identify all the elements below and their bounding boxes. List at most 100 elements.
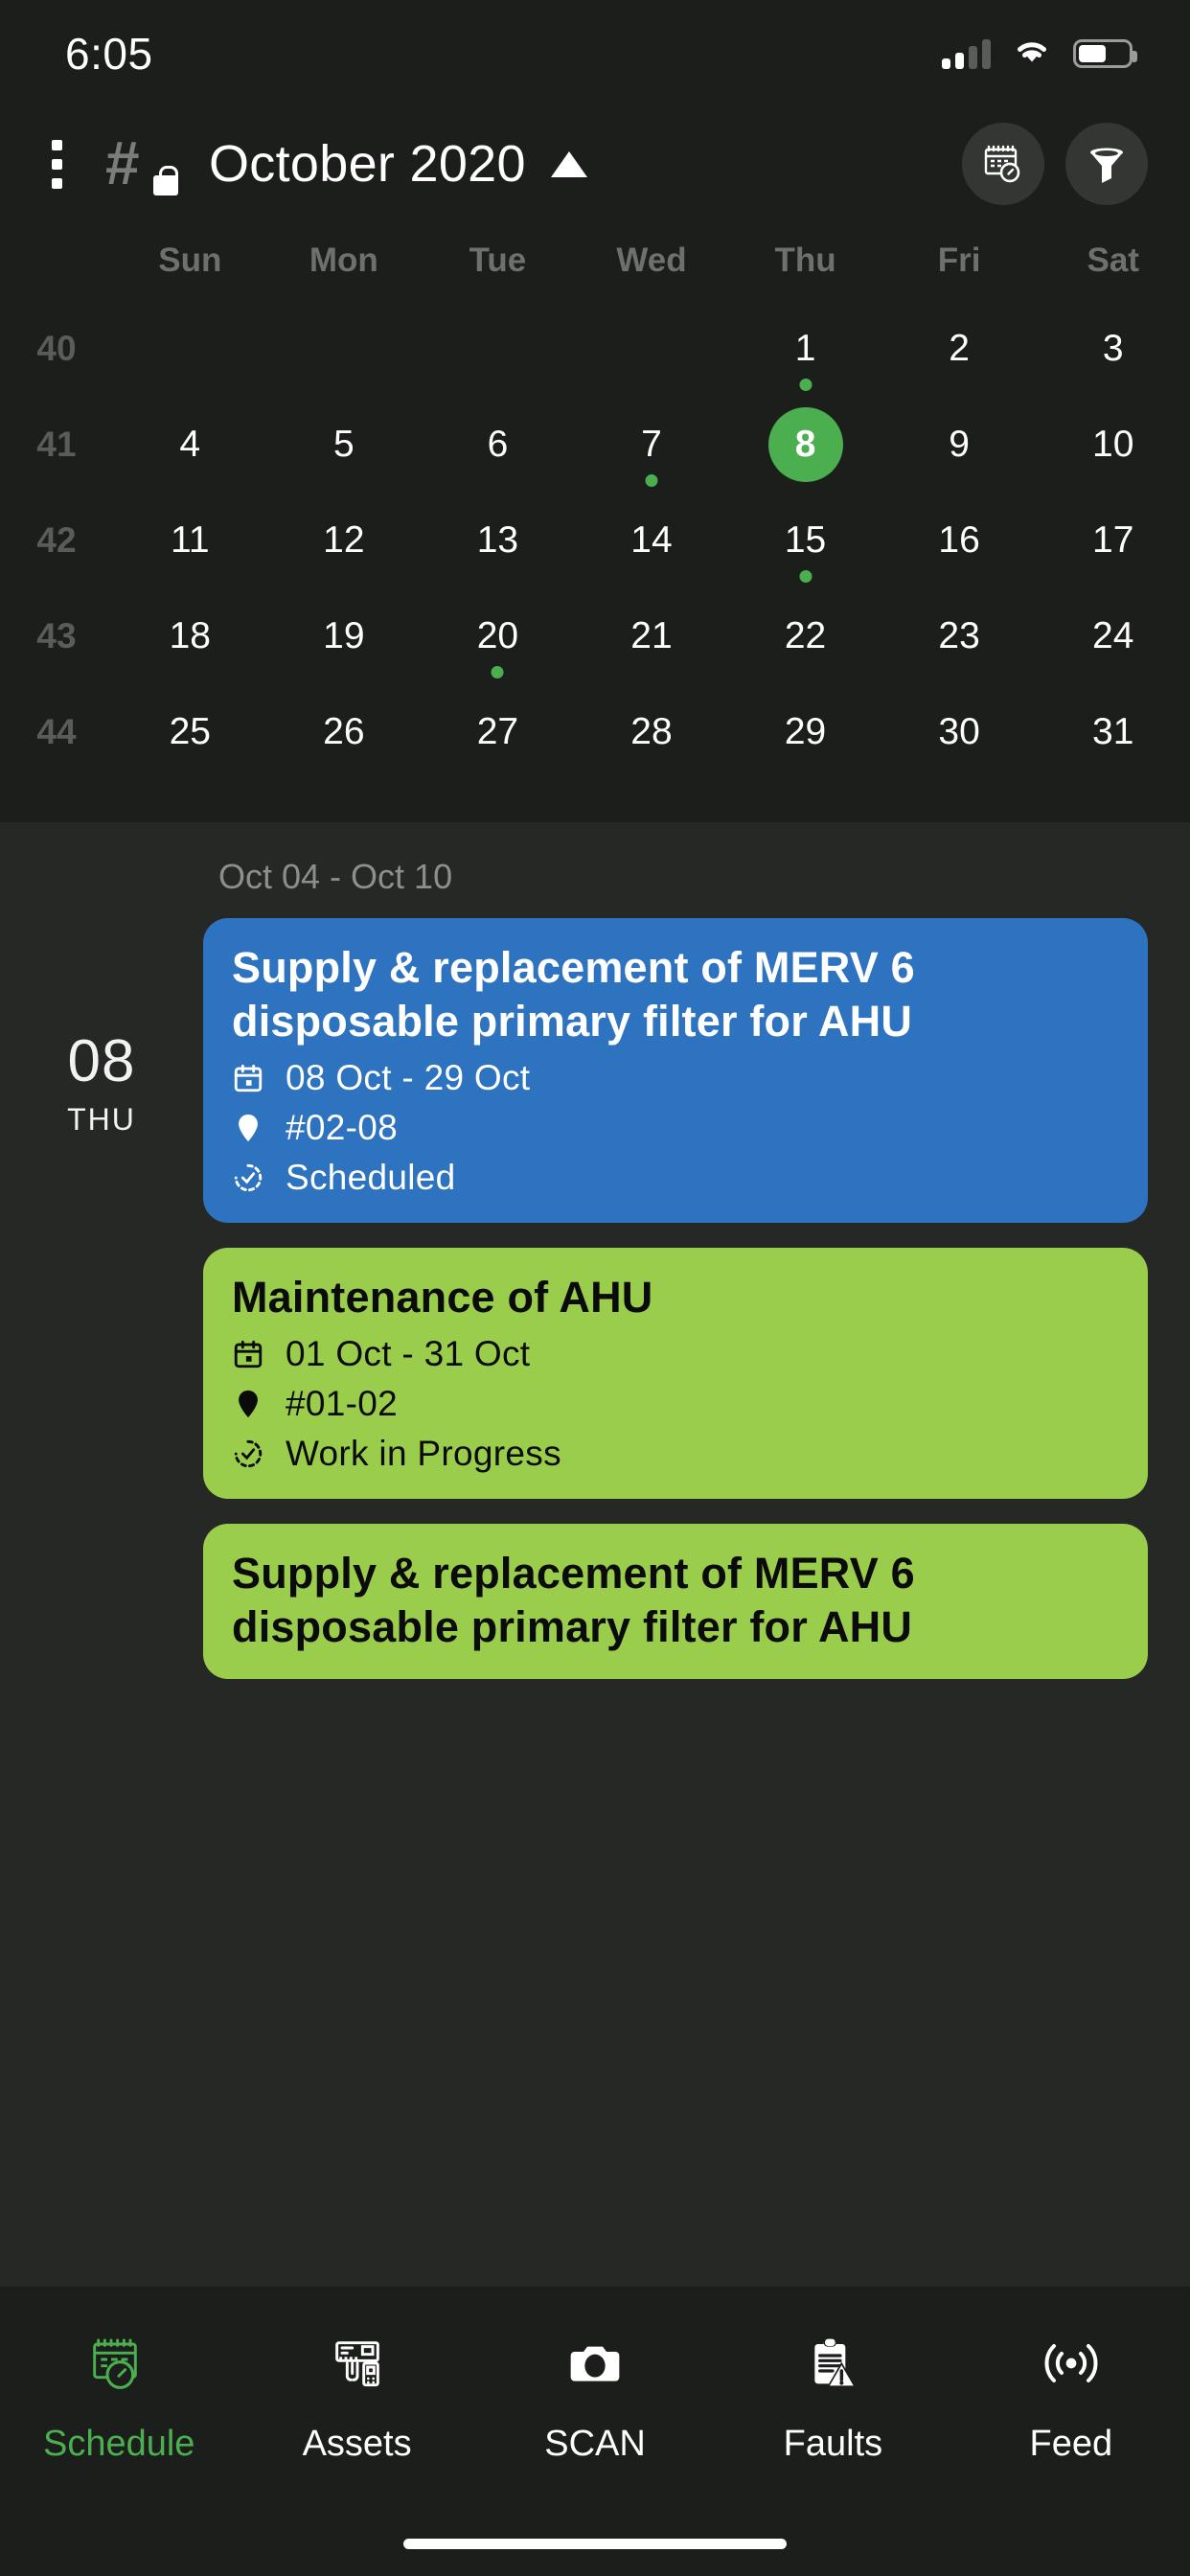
event-card[interactable]: Supply & replacement of MERV 6 disposabl… <box>203 1524 1148 1679</box>
agenda-range-label: Oct 04 - Oct 10 <box>218 857 453 896</box>
weekday-label: Mon <box>309 242 378 279</box>
calendar-day-cell[interactable]: 9 <box>882 397 1037 493</box>
calendar-day-cell[interactable]: 13 <box>421 493 575 588</box>
calendar-clock-icon <box>88 2333 149 2399</box>
location-pin-icon <box>232 1388 264 1420</box>
kebab-menu-icon[interactable] <box>29 130 84 197</box>
calendar-day-cell[interactable]: 8 <box>728 397 882 493</box>
calendar-day-cell[interactable]: 28 <box>575 684 729 780</box>
calendar-day-cell[interactable]: 5 <box>267 397 422 493</box>
calendar-day-cell[interactable]: 11 <box>113 493 267 588</box>
page-title[interactable]: October 2020 <box>209 134 526 194</box>
wifi-icon <box>1012 36 1052 72</box>
calendar-day-cell[interactable]: 22 <box>728 588 882 684</box>
calendar-day-number: 29 <box>784 711 827 752</box>
calendar-day-cell[interactable]: 20 <box>421 588 575 684</box>
location-pin-icon <box>232 1112 264 1144</box>
tab-assets[interactable]: Assets <box>238 2333 475 2465</box>
tab-faults[interactable]: Faults <box>714 2333 951 2465</box>
battery-icon <box>1073 39 1137 68</box>
event-dot <box>799 379 812 391</box>
calendar-day-number: 7 <box>641 424 662 465</box>
status-time: 6:05 <box>65 29 153 79</box>
event-location: #02-08 <box>286 1108 399 1147</box>
week-number: 40 <box>36 329 77 368</box>
calendar-day-cell[interactable]: 2 <box>882 301 1037 397</box>
calendar-day-number: 18 <box>169 615 211 656</box>
tab-feed[interactable]: Feed <box>952 2333 1190 2465</box>
calendar-empty-cell <box>113 301 267 397</box>
calendar-day-number: 19 <box>323 615 365 656</box>
calendar-day-cell[interactable]: 31 <box>1036 684 1190 780</box>
event-card[interactable]: Supply & replacement of MERV 6 disposabl… <box>203 918 1148 1223</box>
event-date-row: 01 Oct - 31 Oct <box>232 1334 1119 1374</box>
agenda-day-number: 08 <box>67 1028 136 1094</box>
calendar-day-number: 2 <box>949 328 970 369</box>
calendar-day-number: 4 <box>179 424 201 465</box>
week-number: 41 <box>36 425 77 464</box>
calendar-day-cell[interactable]: 29 <box>728 684 882 780</box>
calendar-empty-cell <box>267 301 422 397</box>
event-dot <box>799 570 812 583</box>
calendar-day-number: 15 <box>784 519 827 561</box>
calendar-week-row: 42 11 12 13 14 15 16 17 <box>0 493 1190 588</box>
tab-label: Faults <box>783 2424 883 2464</box>
calendar-week-row: 44 25 26 27 28 29 30 31 <box>0 684 1190 780</box>
broadcast-signal-icon <box>1041 2333 1102 2399</box>
triangle-up-icon[interactable] <box>550 150 587 177</box>
event-card[interactable]: Maintenance of AHU 01 Oct - 31 Oct #01-02 W… <box>203 1248 1148 1499</box>
calendar-day-cell[interactable]: 26 <box>267 684 422 780</box>
agenda-panel[interactable]: Oct 04 - Oct 10 08 THU Supply & replacem… <box>0 822 1190 2576</box>
calendar-day-cell[interactable]: 7 <box>575 397 729 493</box>
calendar-day-number: 12 <box>323 519 365 561</box>
calendar-day-cell[interactable]: 10 <box>1036 397 1190 493</box>
calendar-day-number: 20 <box>476 615 519 656</box>
week-number: 44 <box>36 712 77 751</box>
calendar-day-cell[interactable]: 27 <box>421 684 575 780</box>
status-indicators <box>942 36 1137 72</box>
calendar-day-number: 27 <box>476 711 519 752</box>
status-check-icon <box>232 1162 264 1194</box>
calendar-day-cell[interactable]: 24 <box>1036 588 1190 684</box>
calendar-day-cell[interactable]: 16 <box>882 493 1037 588</box>
event-status: Work in Progress <box>286 1434 561 1473</box>
event-date-range: 01 Oct - 31 Oct <box>286 1334 531 1373</box>
filter-funnel-button[interactable] <box>1065 123 1148 205</box>
weekday-label: Sun <box>158 242 222 279</box>
event-date-range: 08 Oct - 29 Oct <box>286 1058 531 1097</box>
hash-lock-icon: # <box>105 130 180 197</box>
calendar-day-cell[interactable]: 25 <box>113 684 267 780</box>
month-calendar[interactable]: Sun Mon Tue Wed Thu Fri Sat 40 1 2 3 41 4 5 6 7 8… <box>0 220 1190 822</box>
calendar-day-number: 17 <box>1092 519 1134 561</box>
tab-schedule[interactable]: Schedule <box>0 2333 238 2465</box>
agenda-day-group: 08 THU Supply & replacement of MERV 6 di… <box>0 918 1190 1679</box>
calendar-day-number: 10 <box>1092 424 1134 465</box>
tab-scan[interactable]: SCAN <box>476 2333 714 2465</box>
calendar-day-number: 1 <box>794 328 816 369</box>
calendar-day-cell[interactable]: 15 <box>728 493 882 588</box>
calendar-day-cell[interactable]: 30 <box>882 684 1037 780</box>
event-status-row: Scheduled <box>232 1158 1119 1198</box>
signal-bars-icon <box>942 38 991 69</box>
calendar-day-number: 5 <box>332 424 355 465</box>
calendar-day-cell[interactable]: 1 <box>728 301 882 397</box>
calendar-day-cell[interactable]: 17 <box>1036 493 1190 588</box>
calendar-day-cell[interactable]: 14 <box>575 493 729 588</box>
calendar-day-cell[interactable]: 21 <box>575 588 729 684</box>
calendar-day-cell[interactable]: 23 <box>882 588 1037 684</box>
tab-label: Assets <box>302 2424 412 2464</box>
event-title: Maintenance of AHU <box>232 1273 653 1322</box>
calendar-day-cell[interactable]: 12 <box>267 493 422 588</box>
bottom-tab-bar: Schedule Assets SCAN Faults Feed <box>0 2287 1190 2576</box>
calendar-day-number: 16 <box>938 519 980 561</box>
calendar-day-cell[interactable]: 18 <box>113 588 267 684</box>
assets-equipment-icon <box>327 2333 388 2399</box>
calendar-day-cell[interactable]: 19 <box>267 588 422 684</box>
calendar-day-number: 24 <box>1092 615 1134 656</box>
calendar-day-cell[interactable]: 3 <box>1036 301 1190 397</box>
calendar-clock-button[interactable] <box>962 123 1044 205</box>
calendar-day-cell[interactable]: 4 <box>113 397 267 493</box>
calendar-week-row: 41 4 5 6 7 8 9 10 <box>0 397 1190 493</box>
calendar-day-cell[interactable]: 6 <box>421 397 575 493</box>
calendar-day-number: 23 <box>938 615 980 656</box>
